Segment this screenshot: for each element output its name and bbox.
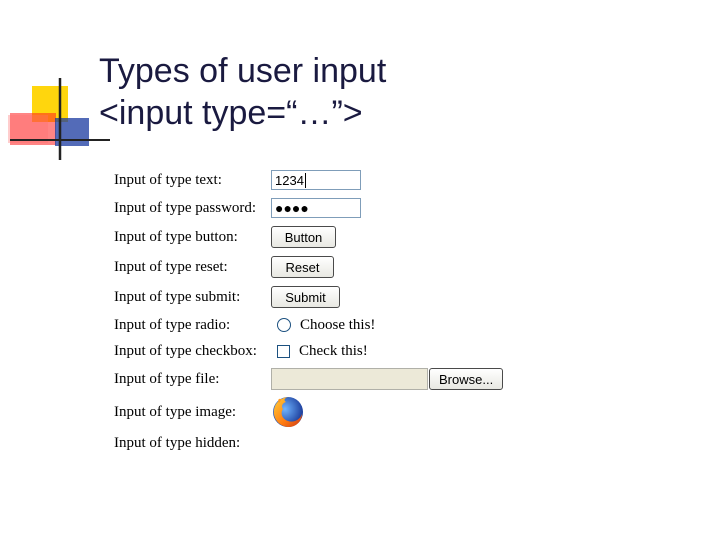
label-checkbox: Input of type checkbox:: [114, 342, 257, 359]
label-button: Input of type button:: [114, 228, 238, 245]
reset-button[interactable]: Reset: [271, 256, 334, 278]
submit-button[interactable]: Submit: [271, 286, 340, 308]
password-mask: ●●●●: [275, 200, 309, 216]
checkbox[interactable]: [277, 344, 290, 358]
slide-title: Types of user input <input type=“…”>: [99, 50, 386, 134]
label-image: Input of type image:: [114, 403, 237, 420]
label-file: Input of type file:: [114, 370, 220, 387]
password-input[interactable]: ●●●●: [271, 198, 361, 218]
decorative-corner-graphic: [8, 78, 110, 160]
title-line-1: Types of user input: [99, 52, 387, 90]
text-input[interactable]: 1234: [271, 170, 361, 190]
checkbox-option-label[interactable]: Check this!: [299, 343, 368, 360]
label-text: Input of type text:: [114, 171, 222, 188]
radio-option-label[interactable]: Choose this!: [300, 317, 375, 334]
text-caret: [304, 172, 306, 188]
file-path-input[interactable]: [271, 368, 428, 390]
text-input-value: 1234: [275, 172, 304, 188]
label-hidden: Input of type hidden:: [114, 434, 241, 451]
button-input[interactable]: Button: [271, 226, 336, 248]
radio-button[interactable]: [277, 318, 291, 332]
label-submit: Input of type submit:: [114, 288, 241, 305]
label-radio: Input of type radio:: [114, 316, 231, 333]
firefox-logo-icon[interactable]: [271, 395, 305, 429]
title-line-2: <input type=“…”>: [99, 94, 363, 132]
browse-button[interactable]: Browse...: [429, 368, 504, 390]
label-reset: Input of type reset:: [114, 258, 228, 275]
label-password: Input of type password:: [114, 199, 257, 216]
